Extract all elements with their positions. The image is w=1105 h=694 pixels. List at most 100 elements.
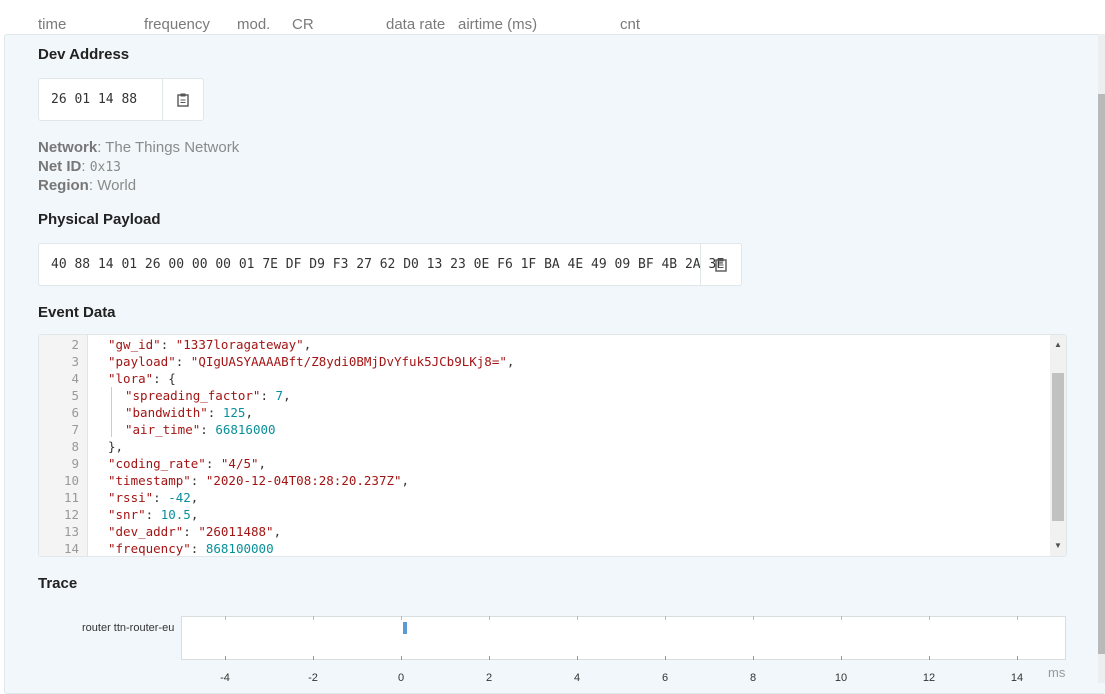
outer-scrollbar-thumb[interactable]: [1098, 94, 1105, 654]
json-colon: :: [153, 371, 169, 386]
col-time[interactable]: time: [38, 16, 66, 33]
json-value: 868100000: [205, 541, 274, 556]
trace-tick-label: 6: [661, 672, 669, 684]
col-data-rate[interactable]: data rate: [386, 16, 445, 33]
scroll-down-icon[interactable]: ▼: [1050, 538, 1066, 554]
line-number: 10: [63, 473, 79, 488]
json-key: "frequency": [108, 541, 191, 556]
json-punctuation: ,: [258, 456, 267, 471]
col-cnt[interactable]: cnt: [620, 16, 640, 33]
json-colon: :: [260, 388, 276, 403]
code-line: 4 "lora": {: [39, 370, 1066, 387]
trace-tick-label: 0: [397, 672, 405, 684]
trace-tick-label: -4: [220, 672, 230, 684]
trace-tick-label: 4: [573, 672, 581, 684]
json-punctuation: ,: [190, 490, 199, 505]
json-value: "26011488": [198, 524, 274, 539]
trace-tick-mark: [841, 656, 842, 660]
col-frequency[interactable]: frequency: [144, 16, 210, 33]
trace-tick-mark: [1017, 656, 1018, 660]
json-value: "2020-12-04T08:28:20.237Z": [205, 473, 402, 488]
physical-payload-copy-button[interactable]: [700, 244, 741, 285]
code-lines: 2 "gw_id": "1337loragateway", 3 "payload": …: [39, 336, 1066, 556]
trace-event-marker[interactable]: [403, 622, 408, 634]
json-value: "QIgUASYAAAABft/Z8ydi0BMjDvYfuk5JCb9LKj8…: [190, 354, 507, 369]
network-label: Network: [38, 139, 98, 156]
scroll-up-icon[interactable]: ▲: [1050, 337, 1066, 353]
netid-value: 0x13: [89, 160, 121, 175]
outer-scrollbar[interactable]: [1098, 34, 1105, 683]
trace-row-label: router ttn-router-eu: [82, 622, 175, 634]
json-punctuation: ,: [303, 337, 312, 352]
json-punctuation: ,: [190, 507, 199, 522]
json-key: "spreading_factor": [125, 388, 261, 403]
code-text: "coding_rate": "4/5",: [108, 455, 266, 472]
code-text: "spreading_factor": 7,: [125, 387, 291, 404]
trace-unit: ms: [1048, 665, 1066, 680]
col-airtime[interactable]: airtime (ms): [458, 16, 537, 33]
event-data-editor[interactable]: 2 "gw_id": "1337loragateway", 3 "payload": …: [38, 334, 1067, 557]
json-punctuation: ,: [401, 473, 410, 488]
code-line: 8},: [39, 438, 1066, 455]
event-data-title: Event Data: [38, 304, 116, 321]
code-text: "air_time": 66816000: [125, 421, 276, 438]
physical-payload-value[interactable]: 40 88 14 01 26 00 00 00 01 7E DF D9 F3 2…: [51, 244, 724, 285]
col-cr[interactable]: CR: [292, 16, 314, 33]
trace-tick-mark: [401, 656, 402, 660]
editor-scrollbar-thumb[interactable]: [1052, 373, 1064, 521]
json-key: "gw_id": [108, 337, 161, 352]
json-value: 66816000: [215, 422, 276, 437]
json-punctuation: ,: [506, 354, 515, 369]
code-line: 5 "spreading_factor": 7,: [39, 387, 1066, 404]
clipboard-icon: [177, 93, 189, 107]
trace-tick-label: -2: [308, 672, 318, 684]
json-value: 10.5: [160, 507, 191, 522]
trace-grid-mark: [577, 616, 578, 620]
json-punctuation: ,: [283, 388, 291, 403]
code-line: 3 "payload": "QIgUASYAAAABft/Z8ydi0BMjDvY…: [39, 353, 1066, 370]
json-key: "snr": [108, 507, 146, 522]
trace-tick-mark: [489, 656, 490, 660]
code-line: 9 "coding_rate": "4/5",: [39, 455, 1066, 472]
code-text: "bandwidth": 125,: [125, 404, 253, 421]
trace-grid-mark: [929, 616, 930, 620]
json-colon: :: [190, 473, 206, 488]
trace-grid-mark: [841, 616, 842, 620]
trace-grid-mark: [313, 616, 314, 620]
json-value: 7: [275, 388, 284, 403]
trace-grid-mark: [489, 616, 490, 620]
json-colon: :: [190, 541, 206, 556]
code-text: "payload": "QIgUASYAAAABft/Z8ydi0BMjDvYf…: [108, 353, 514, 370]
json-key: "bandwidth": [125, 405, 208, 420]
dev-address-value[interactable]: 26 01 14 88: [51, 79, 137, 120]
line-number: 9: [71, 456, 79, 471]
json-key: "coding_rate": [108, 456, 206, 471]
clipboard-icon: [715, 258, 727, 272]
code-text: },: [108, 438, 123, 455]
json-value: -42: [168, 490, 191, 505]
code-text: "rssi": -42,: [108, 489, 198, 506]
json-colon: :: [207, 405, 223, 420]
trace-tick-label: 10: [834, 672, 848, 684]
dev-address-copy-button[interactable]: [162, 79, 203, 120]
code-text: "snr": 10.5,: [108, 506, 198, 523]
json-key: "payload": [108, 354, 176, 369]
trace-tick-label: 14: [1010, 672, 1024, 684]
dev-address-title: Dev Address: [38, 46, 130, 63]
json-colon: :: [200, 422, 216, 437]
region-label: Region: [38, 177, 89, 194]
json-punctuation: ,: [245, 405, 253, 420]
json-key: "air_time": [125, 422, 201, 437]
json-colon: :: [183, 524, 199, 539]
column-header: time frequency mod. CR data rate airtime…: [0, 16, 1105, 34]
json-punctuation: ,: [273, 524, 282, 539]
trace-tick-mark: [665, 656, 666, 660]
col-mod[interactable]: mod.: [237, 16, 270, 33]
line-number: 6: [71, 405, 79, 420]
code-text: "frequency": 868100000: [108, 540, 274, 556]
trace-tick-label: 2: [485, 672, 493, 684]
trace-grid-mark: [401, 616, 402, 620]
editor-scrollbar[interactable]: ▲ ▼: [1050, 335, 1066, 556]
line-number: 7: [71, 422, 79, 437]
json-key: "lora": [108, 371, 154, 386]
